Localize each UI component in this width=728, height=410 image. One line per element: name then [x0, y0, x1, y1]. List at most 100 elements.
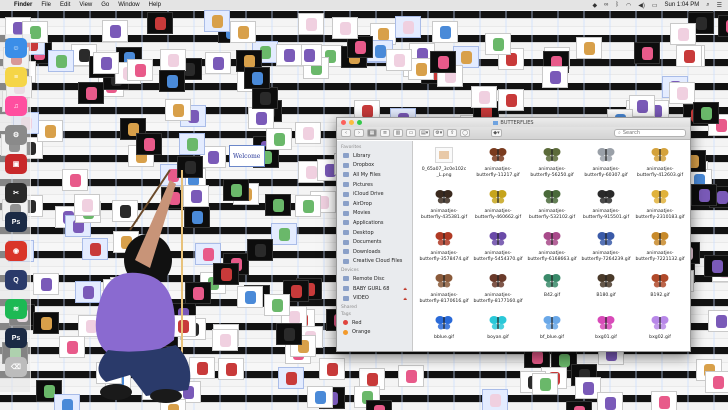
file-item[interactable]: animaatjes- butterfly-3578474.gif — [417, 227, 471, 269]
dock-app-photoshop-icon[interactable]: Ps — [5, 212, 27, 232]
sidebar-item-pictures[interactable]: Pictures — [340, 180, 409, 190]
list-view-button[interactable]: ≡ — [380, 129, 390, 137]
sidebar-item-dropbox[interactable]: Dropbox — [340, 161, 409, 171]
eject-icon[interactable]: ⏏ — [403, 296, 407, 301]
sidebar-item-library[interactable]: Library — [340, 151, 409, 161]
dock-app-photo-booth-icon[interactable]: ▣ — [5, 154, 27, 174]
file-item[interactable]: B42.gif — [525, 269, 579, 311]
file-item[interactable]: animaatjes- butterfly-532102.gif — [525, 185, 579, 227]
clock[interactable]: Sun 1:04 PM — [665, 2, 700, 8]
menu-view[interactable]: View — [79, 2, 92, 8]
dropbox-icon — [343, 162, 349, 168]
wallpaper-tile — [276, 323, 302, 345]
file-item[interactable]: animaatjes- butterfly-460662.gif — [471, 185, 525, 227]
sidebar-item-applications[interactable]: Applications — [340, 218, 409, 228]
wifi-icon[interactable]: ◠ — [626, 2, 631, 9]
minimize-button[interactable] — [349, 120, 354, 125]
search-input[interactable] — [622, 130, 681, 136]
butterfly-shape — [651, 316, 669, 330]
file-item[interactable]: 0_65a07_3c0e102c _L.png — [417, 143, 471, 185]
file-item[interactable]: bblue.gif — [417, 311, 471, 351]
search-field[interactable]: ⌕ — [614, 129, 686, 137]
creative-cloud-icon[interactable]: ∞ — [604, 2, 608, 8]
column-view-button[interactable]: ▥ — [393, 129, 403, 137]
search-icon[interactable]: ⌕ — [706, 2, 709, 9]
forward-button[interactable]: › — [354, 129, 364, 137]
eject-icon[interactable]: ⏏ — [403, 286, 407, 291]
file-item[interactable]: animaatjes- butterfly-7221132.gif — [633, 227, 687, 269]
finder-window[interactable]: BUTTERFLIES ‹ › ▦ ≡ ▥ ▭ ▤▾ ⚙▾ ⇪ ◯ ◆▾ ⌕ F… — [336, 117, 691, 352]
volume-icon[interactable]: ◀) — [638, 2, 645, 9]
dock-app-finder-icon[interactable]: ☺ — [5, 38, 27, 58]
cover-flow-button[interactable]: ▭ — [406, 129, 416, 137]
icon-view-button[interactable]: ▦ — [367, 129, 377, 137]
file-item[interactable]: animaatjes- butterfly-412603.gif — [633, 143, 687, 185]
sidebar-item-movies[interactable]: Movies — [340, 209, 409, 219]
sidebar-item-desktop[interactable]: Desktop — [340, 228, 409, 238]
file-item[interactable]: bxg02.gif — [633, 311, 687, 351]
dock-app-system-preferences-icon[interactable]: ⚙ — [5, 125, 27, 145]
notifications-icon[interactable]: ☰ — [717, 2, 722, 9]
arrange-button[interactable]: ▤▾ — [419, 129, 431, 137]
file-item[interactable]: B192.gif — [633, 269, 687, 311]
file-item[interactable]: animaatjes- butterfly-8170616.gif — [417, 269, 471, 311]
sidebar-tag-red[interactable]: Red — [340, 318, 409, 328]
sidebar-item-documents[interactable]: Documents — [340, 237, 409, 247]
dock-app-final-cut-icon[interactable]: ✂ — [5, 183, 27, 203]
file-item[interactable]: B180.gif — [579, 269, 633, 311]
wallpaper-tile — [432, 21, 458, 43]
file-item[interactable]: animaatjes- butterfly-56250.gif — [525, 143, 579, 185]
menu-edit[interactable]: Edit — [60, 2, 70, 8]
close-button[interactable] — [341, 120, 346, 125]
sidebar-item-all-my-files[interactable]: All My Files — [340, 170, 409, 180]
sidebar-item-baby-gurl-68[interactable]: BABY GURL 68 ⏏ — [340, 284, 409, 294]
file-item[interactable]: animaatjes- butterfly-11217.gif — [471, 143, 525, 185]
file-item[interactable]: animaatjes- butterfly-915501.gif — [579, 185, 633, 227]
file-item[interactable]: boyan.gif — [471, 311, 525, 351]
wallpaper-tile-image — [213, 57, 224, 70]
file-item[interactable]: animaatjes- butterfly-6168663.gif — [525, 227, 579, 269]
wallpaper-tile — [319, 358, 345, 380]
finder-titlebar[interactable]: BUTTERFLIES — [337, 118, 690, 127]
zoom-button[interactable] — [357, 120, 362, 125]
dropbox-button[interactable]: ◆▾ — [491, 129, 502, 137]
menu-app-name[interactable]: Finder — [14, 2, 32, 8]
dropbox-icon[interactable]: ◆ — [592, 2, 597, 9]
battery-icon[interactable]: ▭ — [652, 2, 658, 9]
file-item[interactable]: animaatjes- butterfly-8177160.gif — [471, 269, 525, 311]
bluetooth-icon[interactable]: ᛒ — [615, 2, 619, 8]
sidebar-item-remote-disc[interactable]: Remote Disc — [340, 274, 409, 284]
file-item[interactable]: bxg01.gif — [579, 311, 633, 351]
menu-window[interactable]: Window — [118, 2, 139, 8]
file-item[interactable]: animaatjes- butterfly-435381.gif — [417, 185, 471, 227]
wallpaper-tile — [693, 102, 719, 124]
dock-app-itunes-icon[interactable]: ♫ — [5, 96, 27, 116]
wallpaper-tile-image — [306, 166, 317, 179]
file-item[interactable]: animaatjes- butterfly-5454370.gif — [471, 227, 525, 269]
dock-app-trash-icon[interactable]: ⌫ — [5, 357, 27, 377]
sidebar-tag-orange[interactable]: Orange — [340, 328, 409, 338]
back-button[interactable]: ‹ — [341, 129, 351, 137]
menu-help[interactable]: Help — [149, 2, 161, 8]
menu-go[interactable]: Go — [101, 2, 109, 8]
file-item[interactable]: bf_blue.gif — [525, 311, 579, 351]
share-button[interactable]: ⇪ — [447, 129, 458, 137]
file-item[interactable]: animaatjes- butterfly-7264239.gif — [579, 227, 633, 269]
dock-app-quicktime-icon[interactable]: Q — [5, 270, 27, 290]
sidebar-item-airdrop[interactable]: AirDrop — [340, 199, 409, 209]
dock-app-spotify-icon[interactable]: ≋ — [5, 299, 27, 319]
wallpaper-tile-image — [438, 56, 449, 69]
sidebar-item-creative-cloud-files[interactable]: Creative Cloud Files — [340, 257, 409, 267]
file-item[interactable]: animaatjes- butterfly-2310183.gif — [633, 185, 687, 227]
menu-file[interactable]: File — [41, 2, 51, 8]
dock-app-photoshop-icon[interactable]: Ps — [5, 328, 27, 348]
file-item[interactable]: animaatjes- butterfly-60307.gif — [579, 143, 633, 185]
dock-app-chrome-icon[interactable]: ◉ — [5, 241, 27, 261]
sidebar-item-icloud-drive[interactable]: iCloud Drive — [340, 189, 409, 199]
sidebar-item-downloads[interactable]: Downloads — [340, 247, 409, 257]
tags-button[interactable]: ◯ — [460, 129, 471, 137]
action-gear-button[interactable]: ⚙▾ — [433, 129, 445, 137]
dock-app-notes-icon[interactable]: ≡ — [5, 67, 27, 87]
wallpaper-tile — [705, 371, 728, 393]
sidebar-item-video[interactable]: VIDEO ⏏ — [340, 293, 409, 303]
